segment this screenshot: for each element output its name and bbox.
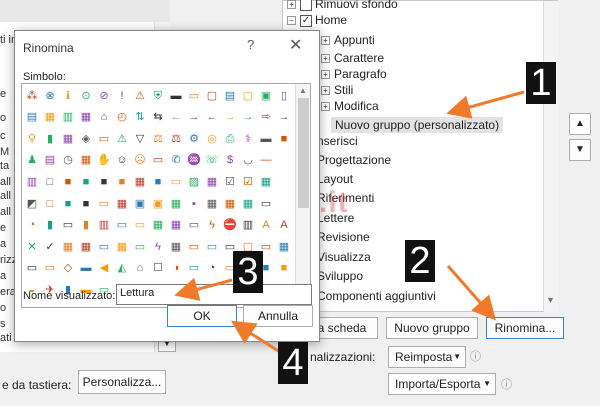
callout-4: 4	[278, 342, 308, 384]
arrow-3	[174, 277, 233, 301]
arrow-4	[230, 320, 281, 354]
callout-1: 1	[526, 62, 556, 104]
callout-3: 3	[233, 251, 263, 293]
arrow-2	[446, 265, 496, 321]
arrow-1	[446, 90, 525, 119]
callout-2: 2	[405, 240, 435, 282]
